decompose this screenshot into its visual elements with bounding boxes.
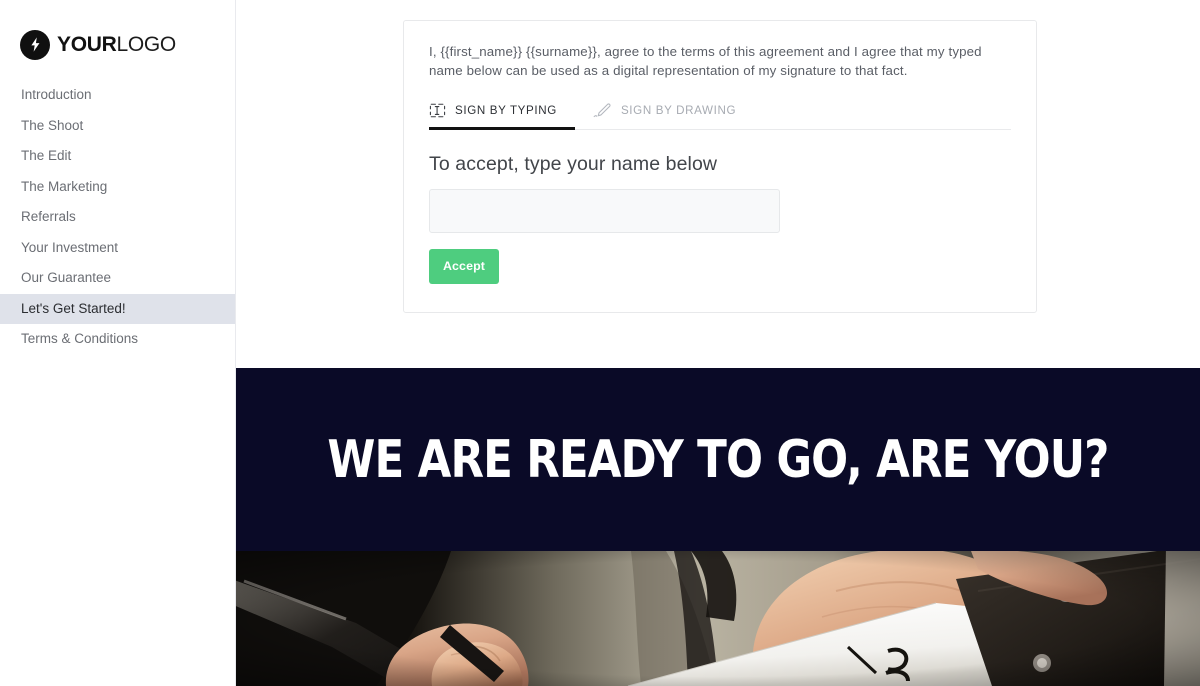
text-cursor-icon bbox=[429, 103, 446, 118]
tab-sign-by-typing-label: SIGN BY TYPING bbox=[455, 103, 557, 117]
sidebar-item-introduction[interactable]: Introduction bbox=[0, 80, 235, 111]
tab-sign-by-drawing[interactable]: SIGN BY DRAWING bbox=[593, 103, 748, 130]
pen-signature-icon bbox=[593, 103, 612, 118]
tab-sign-by-typing[interactable]: SIGN BY TYPING bbox=[429, 103, 575, 130]
sidebar-item-lets-get-started[interactable]: Let's Get Started! bbox=[0, 293, 235, 324]
sidebar-nav: Introduction The Shoot The Edit The Mark… bbox=[0, 80, 235, 355]
logo[interactable]: YOURLOGO bbox=[0, 0, 235, 62]
signature-name-input[interactable] bbox=[429, 188, 780, 233]
accept-button[interactable]: Accept bbox=[429, 248, 499, 284]
signature-card: I, {{first_name}} {{surname}}, agree to … bbox=[403, 20, 1037, 313]
sidebar: YOURLOGO Introduction The Shoot The Edit… bbox=[0, 0, 236, 686]
signing-photo bbox=[236, 551, 1200, 686]
lightning-bolt-icon bbox=[20, 29, 50, 60]
cta-banner: WE ARE READY TO GO, ARE YOU? bbox=[236, 368, 1200, 551]
sidebar-item-the-marketing[interactable]: The Marketing bbox=[0, 172, 235, 203]
sidebar-item-referrals[interactable]: Referrals bbox=[0, 202, 235, 233]
logo-text-light: LOGO bbox=[116, 33, 176, 56]
cta-banner-title: WE ARE READY TO GO, ARE YOU? bbox=[327, 429, 1109, 490]
form-heading: To accept, type your name below bbox=[429, 152, 718, 175]
page-root: YOURLOGO Introduction The Shoot The Edit… bbox=[0, 0, 1200, 686]
main-content: I, {{first_name}} {{surname}}, agree to … bbox=[236, 0, 1200, 686]
agreement-text: I, {{first_name}} {{surname}}, agree to … bbox=[429, 44, 982, 78]
sidebar-item-terms-and-conditions[interactable]: Terms & Conditions bbox=[0, 324, 235, 355]
signature-tabs: SIGN BY TYPING SIGN BY DRAWING bbox=[429, 103, 1011, 130]
logo-text: YOURLOGO bbox=[57, 34, 176, 55]
logo-text-bold: YOUR bbox=[57, 33, 117, 56]
sidebar-item-our-guarantee[interactable]: Our Guarantee bbox=[0, 263, 235, 294]
sidebar-item-the-shoot[interactable]: The Shoot bbox=[0, 111, 235, 142]
sidebar-item-your-investment[interactable]: Your Investment bbox=[0, 233, 235, 264]
sidebar-item-the-edit[interactable]: The Edit bbox=[0, 141, 235, 172]
tab-sign-by-drawing-label: SIGN BY DRAWING bbox=[620, 103, 737, 117]
